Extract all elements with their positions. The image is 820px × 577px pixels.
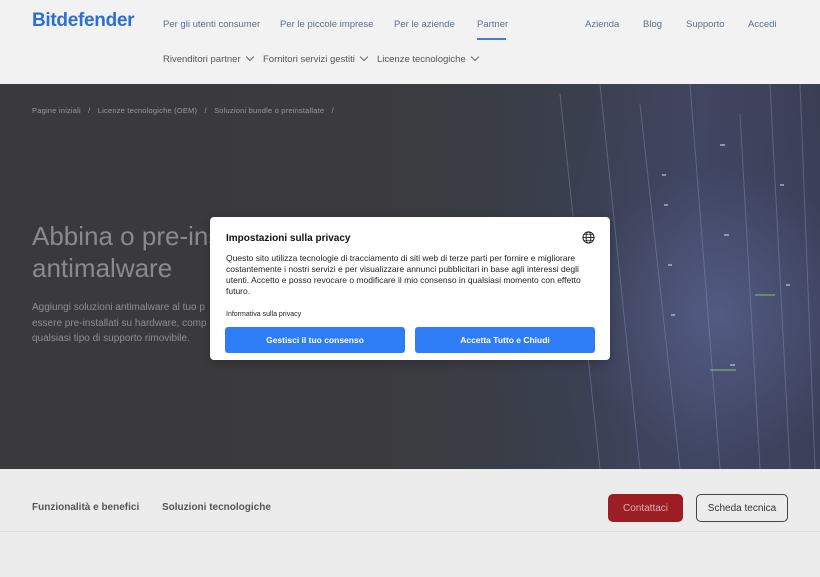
- globe-icon[interactable]: [582, 231, 595, 244]
- privacy-policy-link[interactable]: Informativa sulla privacy: [226, 311, 301, 318]
- privacy-dialog-title: Impostazioni sulla privacy: [226, 233, 351, 244]
- accept-all-button[interactable]: Accetta Tutto e Chiudi: [415, 327, 595, 353]
- manage-consent-button[interactable]: Gestisci il tuo consenso: [225, 327, 405, 353]
- privacy-settings-dialog: Impostazioni sulla privacy Questo sito u…: [210, 217, 610, 360]
- privacy-dialog-body: Questo sito utilizza tecnologie di tracc…: [226, 253, 581, 296]
